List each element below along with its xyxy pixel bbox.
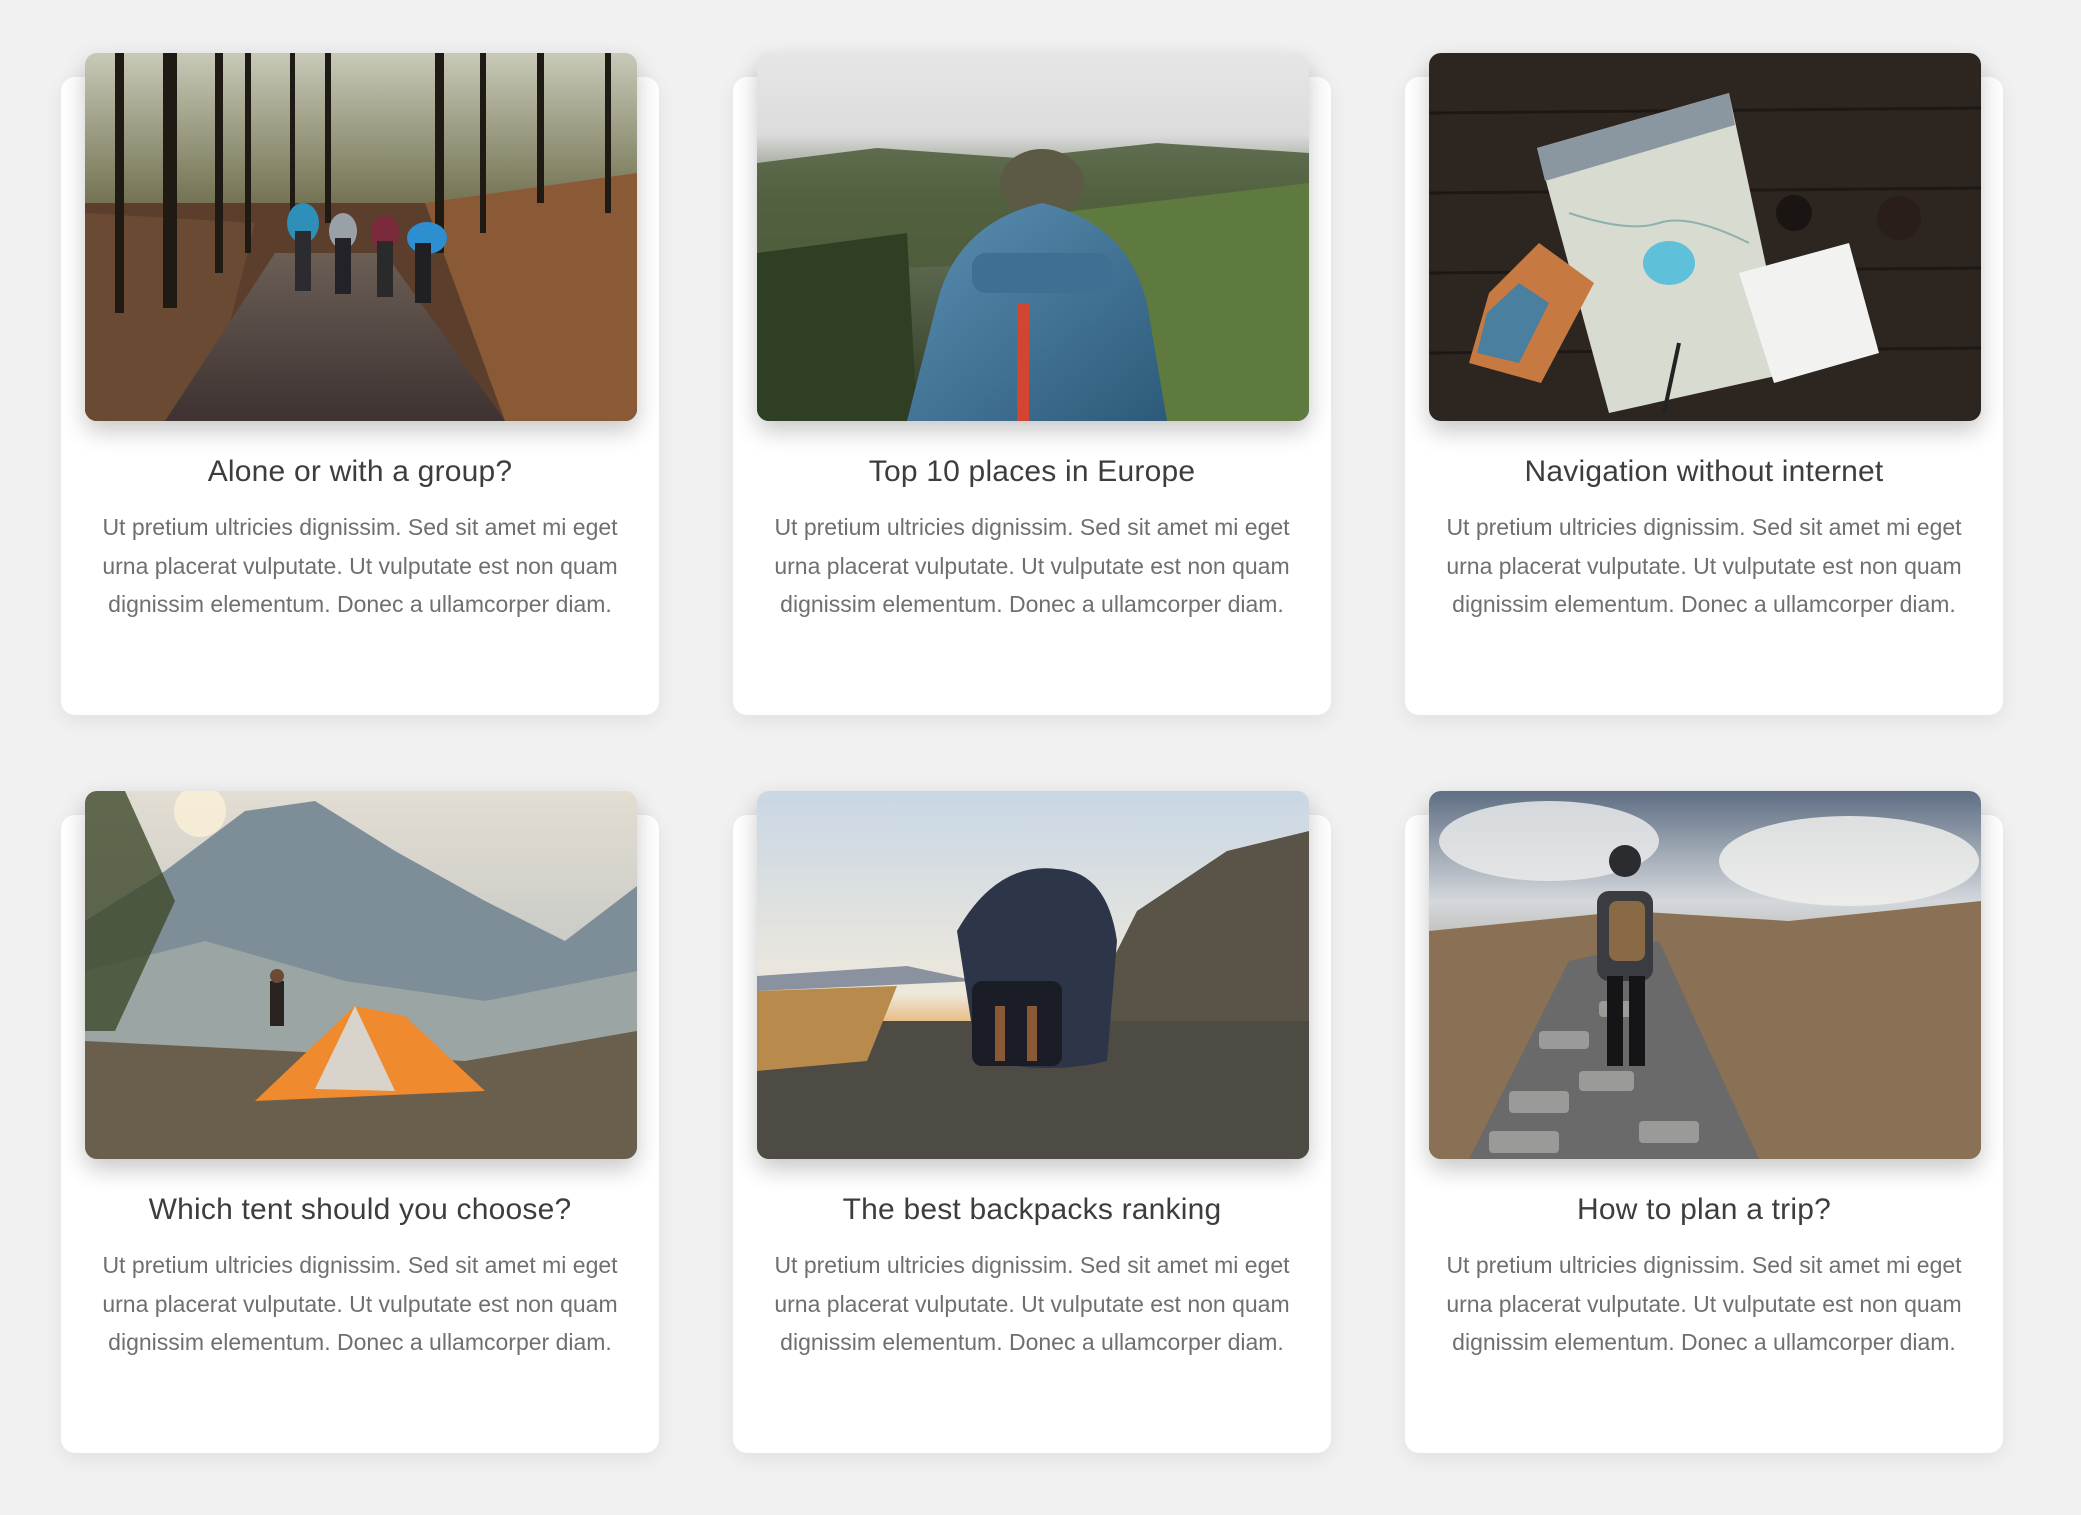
card-image-tent-camp[interactable] [85, 791, 637, 1159]
blog-card[interactable]: Which tent should you choose? Ut pretium… [61, 791, 659, 1453]
blog-card[interactable]: The best backpacks ranking Ut pretium ul… [733, 791, 1331, 1453]
card-image-group-hikers[interactable] [85, 53, 637, 421]
card-title[interactable]: Top 10 places in Europe [733, 455, 1331, 489]
card-title[interactable]: How to plan a trip? [1405, 1193, 2003, 1227]
card-description: Ut pretium ultricies dignissim. Sed sit … [102, 514, 618, 617]
blog-card[interactable]: Navigation without internet Ut pretium u… [1405, 53, 2003, 715]
card-title[interactable]: Which tent should you choose? [61, 1193, 659, 1227]
card-image-backpack-rocks[interactable] [757, 791, 1309, 1159]
card-description: Ut pretium ultricies dignissim. Sed sit … [1446, 514, 1962, 617]
card-description: Ut pretium ultricies dignissim. Sed sit … [102, 1252, 618, 1355]
card-description: Ut pretium ultricies dignissim. Sed sit … [774, 514, 1290, 617]
blog-card[interactable]: How to plan a trip? Ut pretium ultricies… [1405, 791, 2003, 1453]
card-title[interactable]: Alone or with a group? [61, 455, 659, 489]
card-description: Ut pretium ultricies dignissim. Sed sit … [1446, 1252, 1962, 1355]
card-image-hiker-backpack[interactable] [757, 53, 1309, 421]
card-title[interactable]: The best backpacks ranking [733, 1193, 1331, 1227]
card-title[interactable]: Navigation without internet [1405, 455, 2003, 489]
card-image-hiker-stone-path[interactable] [1429, 791, 1981, 1159]
card-description: Ut pretium ultricies dignissim. Sed sit … [774, 1252, 1290, 1355]
blog-card-grid: Alone or with a group? Ut pretium ultric… [0, 0, 2081, 1515]
blog-card[interactable]: Top 10 places in Europe Ut pretium ultri… [733, 53, 1331, 715]
card-image-map-table[interactable] [1429, 53, 1981, 421]
blog-card[interactable]: Alone or with a group? Ut pretium ultric… [61, 53, 659, 715]
